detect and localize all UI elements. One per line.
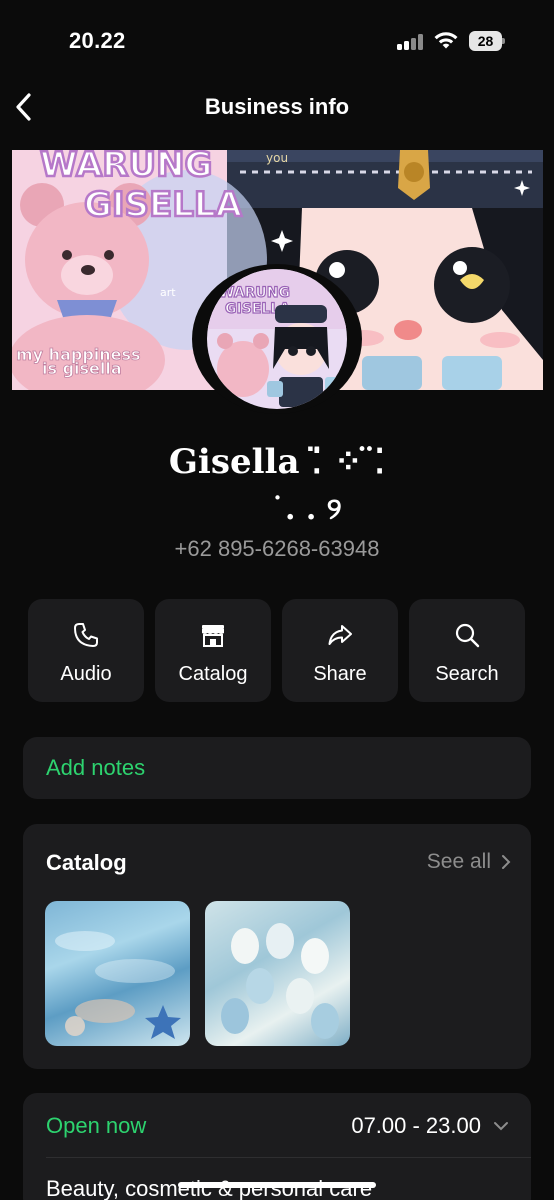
wifi-icon — [434, 32, 458, 49]
share-button[interactable]: Share — [282, 599, 398, 702]
home-indicator[interactable] — [178, 1182, 376, 1188]
battery-icon: 28 — [469, 31, 505, 51]
banner-tag-art: art — [160, 286, 176, 299]
open-status: Open now — [46, 1113, 147, 1138]
chevron-right-icon — [502, 855, 511, 869]
catalog-title: Catalog — [46, 850, 127, 875]
share-arrow-icon — [328, 625, 352, 645]
add-notes-label: Add notes — [46, 755, 146, 780]
avatar-text-line1: WARUNG — [219, 285, 290, 301]
phone-number: +62 895-6268-63948 — [174, 536, 380, 561]
divider — [46, 1157, 531, 1158]
status-bar: 20.22 28 — [0, 0, 554, 80]
audio-call-button[interactable]: Audio — [28, 599, 144, 702]
business-category: Beauty, cosmetic & personal care — [46, 1176, 373, 1200]
banner-tag-you: you — [266, 151, 288, 165]
chevron-down-icon — [494, 1122, 508, 1131]
hours-dropdown[interactable]: 07.00 - 23.00 — [351, 1113, 509, 1139]
profile-avatar[interactable]: WARUNG GISELLA — [192, 264, 362, 414]
search-icon — [455, 623, 480, 648]
status-time: 20.22 — [69, 28, 126, 53]
battery-level: 28 — [469, 31, 502, 51]
catalog-item-thumbnail[interactable] — [205, 901, 350, 1046]
hours-range-text: 07.00 - 23.00 — [351, 1113, 481, 1138]
cellular-signal-icon — [397, 34, 425, 50]
see-all-label: See all — [426, 850, 491, 873]
catalog-label: Catalog — [178, 663, 248, 685]
business-name: Gisella ⁚̈ ⁘ ̈⁚ — [168, 442, 386, 482]
audio-label: Audio — [60, 663, 112, 685]
catalog-button[interactable]: Catalog — [155, 599, 271, 702]
phone-icon — [74, 623, 98, 647]
add-notes-button[interactable]: Add notes — [23, 737, 531, 799]
business-name-line2: ˙. . ୨ — [270, 492, 342, 527]
banner-tagline-2: is gisella — [42, 359, 122, 378]
share-label: Share — [313, 663, 367, 685]
banner-title-line1: WARUNG — [40, 150, 212, 185]
see-all-link[interactable]: See all — [427, 850, 511, 874]
page-title: Business info — [204, 94, 350, 119]
search-button[interactable]: Search — [409, 599, 525, 702]
storefront-icon — [202, 625, 224, 647]
banner-title-line2: GISELLA — [84, 185, 243, 225]
catalog-item-thumbnail[interactable] — [45, 901, 190, 1046]
search-label: Search — [435, 663, 499, 685]
catalog-section: Catalog See all — [23, 824, 531, 1069]
